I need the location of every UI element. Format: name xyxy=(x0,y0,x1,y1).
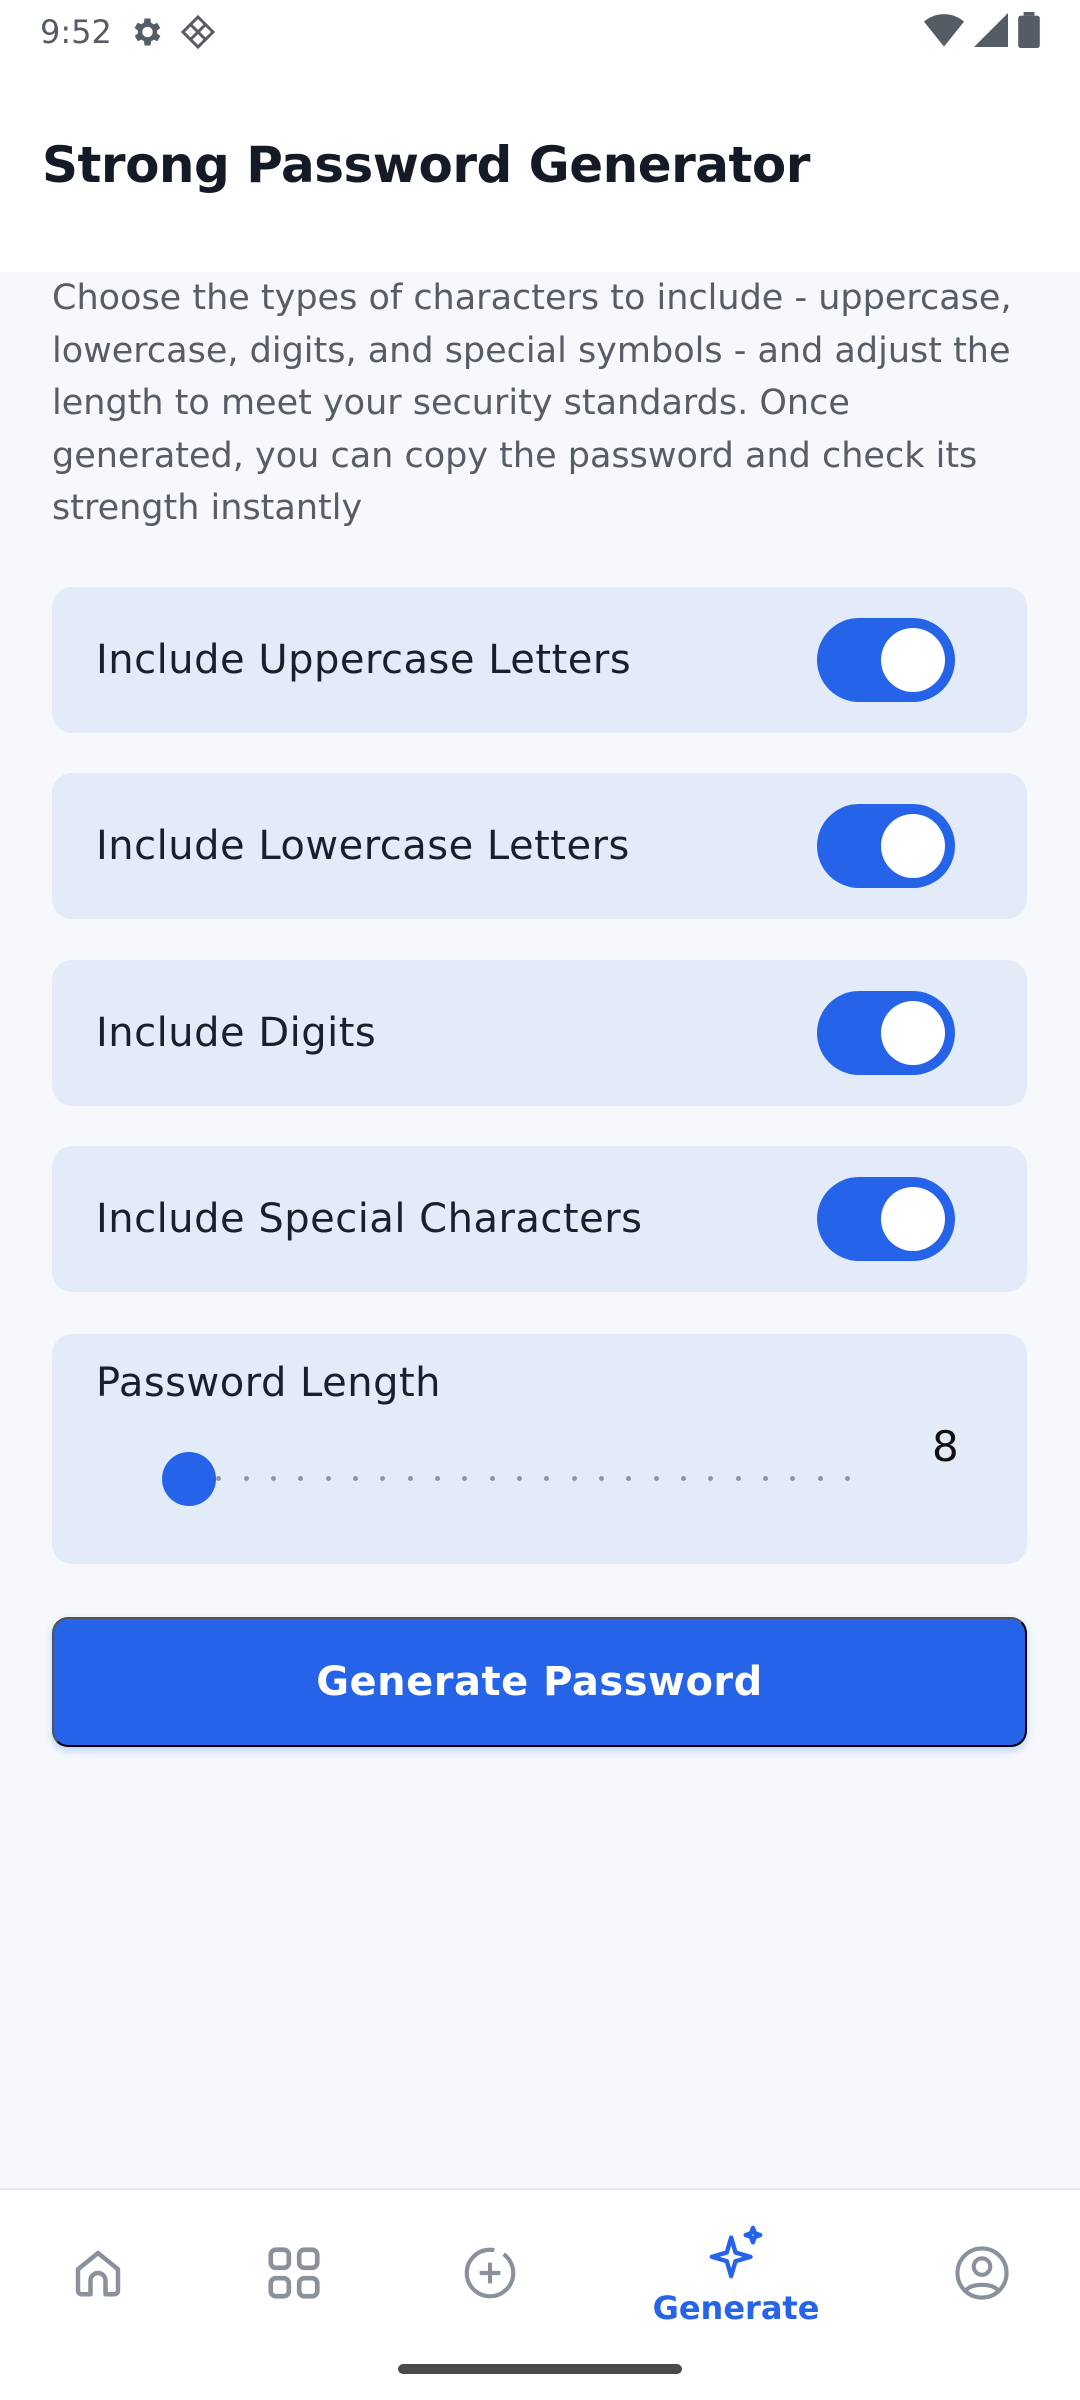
slider-thumb[interactable] xyxy=(162,1452,216,1506)
slider-tick xyxy=(681,1476,686,1481)
generate-password-button[interactable]: Generate Password xyxy=(52,1617,1027,1747)
nav-item-profile[interactable] xyxy=(882,2210,1080,2340)
option-digits: Include Digits xyxy=(52,960,1027,1106)
nav-item-generate[interactable]: Generate xyxy=(636,2210,836,2340)
digits-toggle[interactable] xyxy=(817,991,955,1075)
option-label: Include Special Characters xyxy=(96,1196,643,1242)
sparkle-icon xyxy=(707,2223,765,2285)
option-label: Include Lowercase Letters xyxy=(96,823,630,869)
gear-icon xyxy=(128,14,164,50)
status-right-group xyxy=(924,12,1040,52)
slider-tick xyxy=(571,1476,577,1481)
slider-tick xyxy=(735,1476,741,1481)
app-header: Strong Password Generator xyxy=(0,64,1080,272)
status-time: 9:52 xyxy=(40,13,112,51)
description-text: Choose the types of characters to includ… xyxy=(52,278,1012,528)
home-indicator[interactable] xyxy=(398,2364,682,2374)
slider-tick xyxy=(845,1476,850,1481)
grid-icon xyxy=(263,2242,325,2308)
slider-tick xyxy=(380,1476,386,1481)
profile-icon xyxy=(951,2242,1013,2308)
battery-icon xyxy=(1018,12,1040,52)
slider-tick xyxy=(462,1476,468,1481)
password-length-value: 8 xyxy=(932,1422,959,1471)
toggle-knob xyxy=(881,814,945,878)
toggle-knob xyxy=(881,1187,945,1251)
slider-tick xyxy=(790,1476,796,1481)
toggle-knob xyxy=(881,1001,945,1065)
slider-tick xyxy=(353,1476,358,1481)
slider-tick xyxy=(544,1476,550,1481)
option-lowercase: Include Lowercase Letters xyxy=(52,773,1027,919)
page-title: Strong Password Generator xyxy=(42,136,810,194)
password-length-label: Password Length xyxy=(96,1360,442,1406)
cellular-signal-icon xyxy=(974,13,1008,51)
diamond-grid-icon xyxy=(180,14,216,50)
slider-tick xyxy=(298,1476,304,1481)
slider-tick xyxy=(763,1476,768,1481)
toggle-knob xyxy=(881,628,945,692)
uppercase-toggle[interactable] xyxy=(817,618,955,702)
option-label: Include Uppercase Letters xyxy=(96,637,632,683)
slider-tick xyxy=(243,1476,249,1481)
nav-item-home[interactable] xyxy=(0,2210,198,2340)
slider-tick xyxy=(407,1476,413,1481)
option-special-characters: Include Special Characters xyxy=(52,1146,1027,1292)
home-icon xyxy=(68,2243,128,2307)
slider-tick xyxy=(489,1476,495,1481)
password-length-slider[interactable] xyxy=(162,1450,872,1506)
slider-tick xyxy=(653,1476,659,1481)
password-length-card: Password Length 8 xyxy=(52,1334,1027,1564)
status-bar: 9:52 xyxy=(0,0,1080,64)
slider-tick xyxy=(216,1476,222,1481)
special-characters-toggle[interactable] xyxy=(817,1177,955,1261)
nav-label-generate: Generate xyxy=(652,2289,820,2327)
slider-tick xyxy=(708,1476,714,1481)
option-uppercase: Include Uppercase Letters xyxy=(52,587,1027,733)
lowercase-toggle[interactable] xyxy=(817,804,955,888)
slider-track xyxy=(162,1476,872,1481)
nav-item-add[interactable] xyxy=(390,2210,590,2340)
add-circle-icon xyxy=(459,2242,521,2308)
slider-tick xyxy=(435,1476,440,1481)
slider-tick xyxy=(626,1476,632,1481)
option-label: Include Digits xyxy=(96,1010,377,1056)
nav-item-apps[interactable] xyxy=(194,2210,394,2340)
slider-tick xyxy=(325,1476,331,1481)
slider-tick xyxy=(817,1476,823,1481)
slider-tick xyxy=(271,1476,276,1481)
slider-tick xyxy=(599,1476,604,1481)
wifi-icon xyxy=(924,12,964,52)
slider-tick xyxy=(517,1476,522,1481)
